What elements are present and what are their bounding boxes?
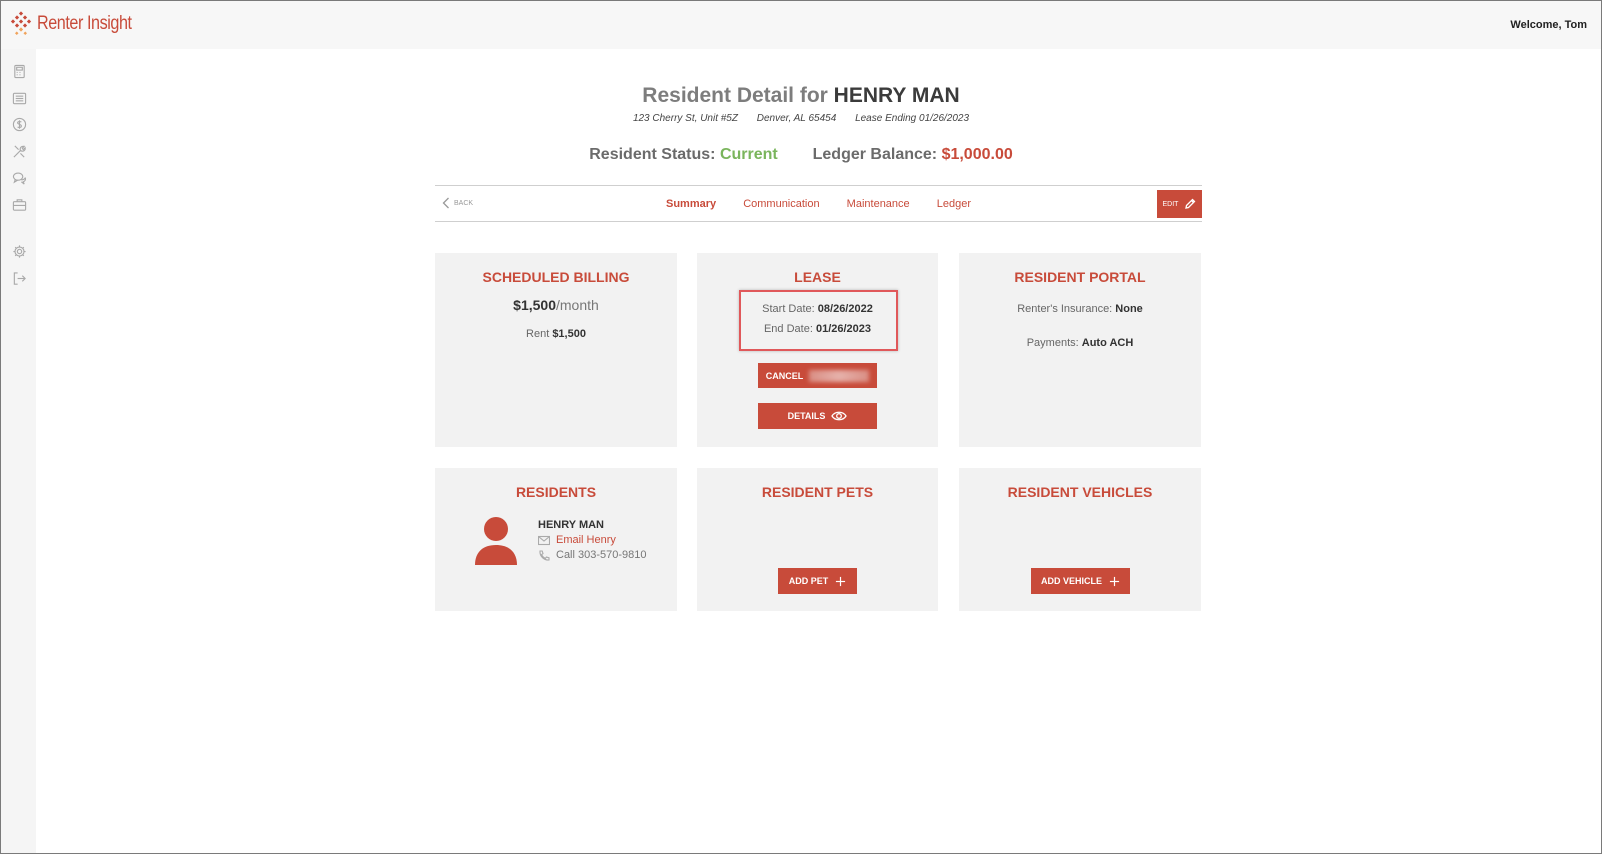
tab-maintenance[interactable]: Maintenance — [847, 198, 910, 210]
rent-label: Rent — [526, 328, 553, 340]
card-title: SCHEDULED BILLING — [482, 269, 630, 285]
insurance-line: Renter's Insurance: None — [959, 303, 1201, 315]
tab-list: Summary Communication Maintenance Ledger — [435, 198, 1202, 210]
edit-button[interactable]: EDIT — [1157, 190, 1202, 218]
chat-icon[interactable] — [11, 170, 27, 186]
residents-card: RESIDENTS HENRY MAN Email Henry Call 303… — [435, 468, 677, 611]
envelope-icon — [538, 535, 550, 545]
eye-icon — [831, 411, 848, 421]
avatar-icon — [475, 517, 517, 565]
rent-line: Rent $1,500 — [435, 328, 677, 340]
detail-nav: BACK Summary Communication Maintenance L… — [435, 185, 1202, 222]
gear-icon[interactable] — [11, 243, 27, 259]
end-date-line: End Date: 01/26/2023 — [697, 323, 938, 335]
resident-name: HENRY MAN — [538, 519, 605, 531]
card-title: RESIDENT VEHICLES — [1007, 484, 1153, 500]
tab-ledger[interactable]: Ledger — [937, 198, 971, 210]
pencil-icon — [1185, 198, 1196, 209]
billing-amount: $1,500/month — [435, 297, 677, 313]
start-date-label: Start Date: — [762, 303, 818, 315]
add-pet-button[interactable]: ADD PET — [778, 568, 857, 594]
resident-pets-card: RESIDENT PETS ADD PET — [697, 468, 938, 611]
payments-label: Payments: — [1026, 337, 1082, 349]
details-button[interactable]: DETAILS — [758, 403, 877, 429]
city-state-zip: Denver, AL 65454 — [756, 113, 837, 124]
address-line: 123 Cherry St, Unit #5Z Denver, AL 65454… — [0, 113, 1602, 124]
title-prefix: Resident Detail for — [642, 84, 834, 107]
start-date-value: 08/26/2022 — [817, 303, 873, 315]
highlight-box — [739, 290, 898, 351]
street-address: 123 Cherry St, Unit #5Z — [632, 113, 738, 124]
card-title: LEASE — [794, 269, 841, 285]
welcome-text: Welcome, Tom — [1510, 19, 1587, 31]
end-date-label: End Date: — [763, 323, 816, 335]
call-label: Call 303-570-9810 — [556, 549, 647, 561]
billing-unit: /month — [556, 297, 599, 313]
app-name: Renter Insight — [37, 13, 132, 34]
card-title: RESIDENTS — [515, 484, 597, 500]
resident-name-title: HENRY MAN — [833, 84, 960, 107]
end-date-value: 01/26/2023 — [815, 323, 872, 335]
cancel-label: CANCEL — [765, 370, 804, 381]
top-bar: Renter Insight Welcome, Tom — [1, 1, 1601, 49]
resident-portal-card: RESIDENT PORTAL Renter's Insurance: None… — [959, 253, 1201, 447]
lease-card: LEASE Start Date: 08/26/2022 End Date: 0… — [697, 253, 938, 447]
status-label: Resident Status: — [589, 146, 720, 163]
plus-icon — [836, 576, 846, 586]
add-pet-label: ADD PET — [788, 576, 829, 586]
redacted-text — [809, 369, 870, 382]
add-vehicle-label: ADD VEHICLE — [1040, 576, 1102, 586]
scheduled-billing-card: SCHEDULED BILLING $1,500/month Rent $1,5… — [435, 253, 677, 447]
cancel-lease-button[interactable]: CANCEL — [758, 363, 877, 388]
details-label: DETAILS — [787, 411, 826, 421]
card-title: RESIDENT PORTAL — [1014, 269, 1146, 285]
lease-ending: Lease Ending 01/26/2023 — [855, 113, 970, 124]
email-label: Email Henry — [556, 534, 616, 546]
page-title: Resident Detail for HENRY MAN — [0, 84, 1602, 108]
insurance-label: Renter's Insurance: — [1017, 303, 1116, 315]
resident-vehicles-card: RESIDENT VEHICLES ADD VEHICLE — [959, 468, 1201, 611]
logo-icon — [10, 11, 32, 36]
email-resident-link[interactable]: Email Henry — [538, 534, 616, 546]
tab-summary[interactable]: Summary — [666, 198, 716, 210]
start-date-line: Start Date: 08/26/2022 — [697, 303, 938, 315]
sidebar — [1, 49, 36, 853]
status-line: Resident Status: Current Ledger Balance:… — [0, 146, 1602, 164]
briefcase-icon[interactable] — [11, 196, 27, 212]
rent-value: $1,500 — [552, 328, 586, 340]
logout-icon[interactable] — [11, 270, 27, 286]
status-value: Current — [719, 146, 778, 163]
plus-icon — [1109, 576, 1120, 586]
edit-label: EDIT — [1162, 200, 1179, 208]
balance-value: $1,000.00 — [941, 146, 1013, 163]
insurance-value: None — [1115, 303, 1143, 315]
add-vehicle-button[interactable]: ADD VEHICLE — [1031, 568, 1130, 594]
app-logo[interactable]: Renter Insight — [9, 11, 148, 37]
phone-icon — [539, 549, 550, 561]
call-resident-link[interactable]: Call 303-570-9810 — [538, 549, 647, 561]
calculator-icon[interactable] — [11, 63, 27, 79]
balance-label: Ledger Balance: — [812, 146, 942, 163]
tab-communication[interactable]: Communication — [743, 198, 819, 210]
billing-amount-value: $1,500 — [513, 297, 556, 313]
payments-line: Payments: Auto ACH — [959, 337, 1201, 349]
payments-value: Auto ACH — [1081, 337, 1134, 349]
card-title: RESIDENT PETS — [761, 484, 874, 500]
